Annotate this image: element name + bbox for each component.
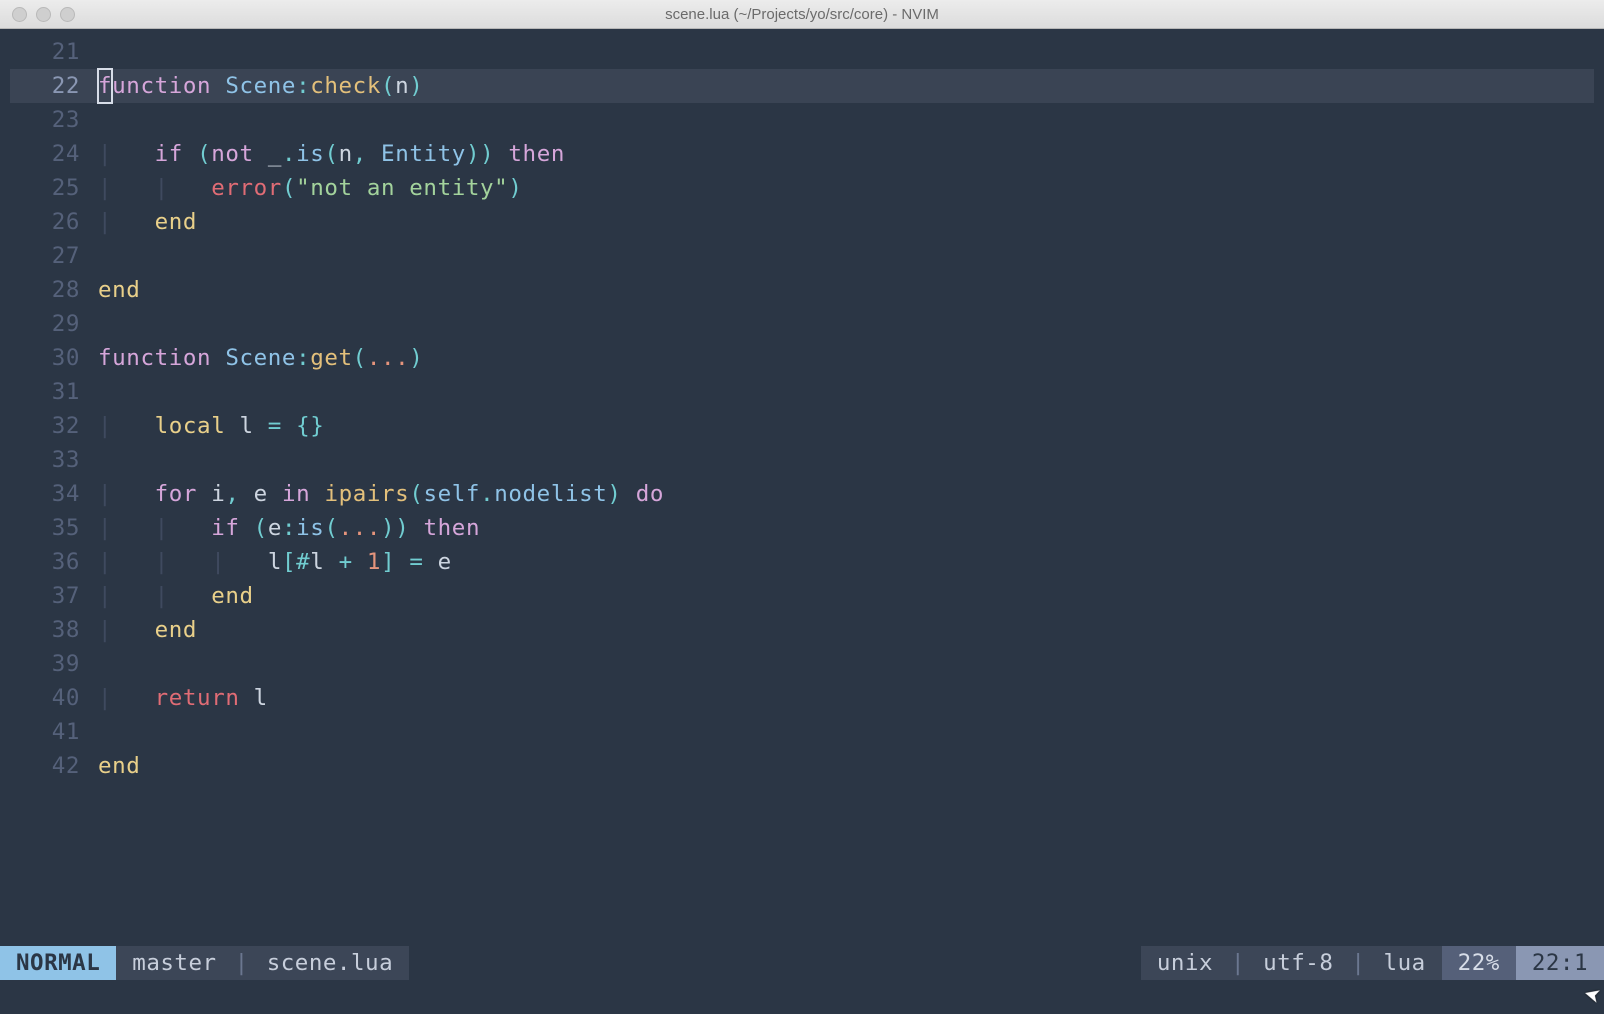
line-number: 32 [10, 409, 98, 443]
code-line[interactable]: 26 | end [10, 205, 1594, 239]
separator-icon: | [217, 946, 267, 980]
separator-icon: | [1213, 946, 1263, 980]
code-line[interactable]: 28 end [10, 273, 1594, 307]
code-line[interactable]: 23 [10, 103, 1594, 137]
cursor-position: 22:1 [1516, 946, 1604, 980]
line-number: 40 [10, 681, 98, 715]
code-line[interactable]: 25 | | error("not an entity") [10, 171, 1594, 205]
status-left: master | scene.lua [116, 946, 409, 980]
line-number: 26 [10, 205, 98, 239]
line-number: 22 [10, 69, 98, 103]
file-name: scene.lua [267, 946, 393, 980]
window-title: scene.lua (~/Projects/yo/src/core) - NVI… [0, 6, 1604, 23]
line-number: 25 [10, 171, 98, 205]
line-number: 24 [10, 137, 98, 171]
code-line[interactable]: 38 | end [10, 613, 1594, 647]
command-line[interactable] [0, 980, 1604, 1014]
code-line[interactable]: 27 [10, 239, 1594, 273]
line-number: 33 [10, 443, 98, 477]
nvim-window: scene.lua (~/Projects/yo/src/core) - NVI… [0, 0, 1604, 1014]
line-number: 35 [10, 511, 98, 545]
line-number: 23 [10, 103, 98, 137]
status-spacer [409, 946, 1141, 980]
line-number: 28 [10, 273, 98, 307]
separator-icon: | [1333, 946, 1383, 980]
code-line[interactable]: 34 | for i, e in ipairs(self.nodelist) d… [10, 477, 1594, 511]
code-line[interactable]: 37 | | end [10, 579, 1594, 613]
line-number: 30 [10, 341, 98, 375]
line-number: 42 [10, 749, 98, 783]
zoom-icon[interactable] [60, 7, 75, 22]
editor-viewport[interactable]: 21 22 function Scene:check(n) 23 24 | if… [0, 29, 1604, 946]
status-right: unix | utf-8 | lua [1141, 946, 1442, 980]
code-line[interactable]: 33 [10, 443, 1594, 477]
code-line[interactable]: 36 | | | l[#l + 1] = e [10, 545, 1594, 579]
file-type: lua [1384, 946, 1426, 980]
line-number: 36 [10, 545, 98, 579]
line-number: 31 [10, 375, 98, 409]
code-line-current[interactable]: 22 function Scene:check(n) [10, 69, 1594, 103]
code-line[interactable]: 30 function Scene:get(...) [10, 341, 1594, 375]
status-line: NORMAL master | scene.lua unix | utf-8 |… [0, 946, 1604, 980]
code-line[interactable]: 24 | if (not _.is(n, Entity)) then [10, 137, 1594, 171]
minimize-icon[interactable] [36, 7, 51, 22]
line-number: 37 [10, 579, 98, 613]
window-controls [12, 7, 75, 22]
file-encoding: utf-8 [1263, 946, 1333, 980]
line-number: 27 [10, 239, 98, 273]
git-branch: master [132, 946, 216, 980]
file-format: unix [1157, 946, 1213, 980]
code-line[interactable]: 32 | local l = {} [10, 409, 1594, 443]
cursor: f [98, 69, 112, 103]
code-line[interactable]: 40 | return l [10, 681, 1594, 715]
line-number: 34 [10, 477, 98, 511]
code-line[interactable]: 31 [10, 375, 1594, 409]
code-line[interactable]: 39 [10, 647, 1594, 681]
close-icon[interactable] [12, 7, 27, 22]
scroll-percent: 22% [1442, 946, 1516, 980]
line-number: 41 [10, 715, 98, 749]
code-line[interactable]: 42 end [10, 749, 1594, 783]
line-number: 38 [10, 613, 98, 647]
line-number: 39 [10, 647, 98, 681]
window-titlebar: scene.lua (~/Projects/yo/src/core) - NVI… [0, 0, 1604, 29]
mode-indicator: NORMAL [0, 946, 116, 980]
line-number: 21 [10, 35, 98, 69]
code-line[interactable]: 21 [10, 35, 1594, 69]
code-line[interactable]: 41 [10, 715, 1594, 749]
code-line[interactable]: 29 [10, 307, 1594, 341]
line-number: 29 [10, 307, 98, 341]
code-line[interactable]: 35 | | if (e:is(...)) then [10, 511, 1594, 545]
